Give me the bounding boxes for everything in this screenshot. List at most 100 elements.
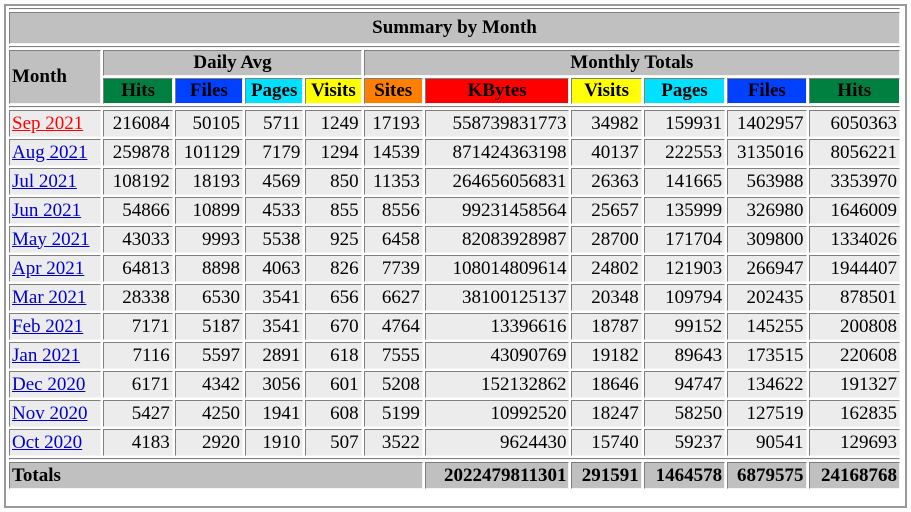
month-cell: Jul 2021 <box>9 168 102 195</box>
month-link[interactable]: Jun 2021 <box>12 200 81 221</box>
value-cell-hits: 200808 <box>808 313 900 340</box>
summary-frame: Summary by Month Month Daily Avg Monthly… <box>4 4 907 508</box>
month-link[interactable]: May 2021 <box>12 229 90 250</box>
value-cell-files: 202435 <box>727 284 807 311</box>
totals-label: Totals <box>9 462 423 489</box>
value-cell-d-files: 2920 <box>174 429 244 456</box>
value-cell-visits: 15740 <box>571 429 642 456</box>
value-cell-d-hits: 7116 <box>103 342 173 369</box>
total-kbytes: 2022479811301 <box>424 462 570 489</box>
value-cell-sites: 4764 <box>363 313 423 340</box>
value-cell-d-pages: 2891 <box>245 342 304 369</box>
table-row: Apr 2021 64813 8898 4063 826 7739 108014809614… <box>9 255 900 282</box>
value-cell-files: 90541 <box>727 429 807 456</box>
separator-row <box>9 106 900 108</box>
month-link[interactable]: Mar 2021 <box>12 287 86 308</box>
value-cell-d-visits: 670 <box>305 313 362 340</box>
value-cell-d-visits: 1294 <box>305 139 362 166</box>
table-row: May 2021 43033 9993 5538 925 6458 82083928987 2… <box>9 226 900 253</box>
value-cell-pages: 59237 <box>643 429 726 456</box>
summary-by-month-table: Summary by Month Month Daily Avg Monthly… <box>7 6 902 491</box>
monthly-files-header: Files <box>727 78 807 104</box>
monthly-sites-header: Sites <box>363 78 423 104</box>
value-cell-kbytes: 82083928987 <box>424 226 570 253</box>
value-cell-visits: 34982 <box>571 110 642 137</box>
value-cell-d-visits: 618 <box>305 342 362 369</box>
month-link[interactable]: Jul 2021 <box>12 171 77 192</box>
month-link[interactable]: Sep 2021 <box>12 113 83 134</box>
value-cell-d-hits: 6171 <box>103 371 173 398</box>
value-cell-files: 3135016 <box>727 139 807 166</box>
monthly-pages-header: Pages <box>643 78 726 104</box>
value-cell-visits: 20348 <box>571 284 642 311</box>
value-cell-d-visits: 850 <box>305 168 362 195</box>
value-cell-files: 326980 <box>727 197 807 224</box>
totals-row: Totals 2022479811301 291591 1464578 6879575 2… <box>9 462 900 489</box>
value-cell-kbytes: 9624430 <box>424 429 570 456</box>
value-cell-hits: 1334026 <box>808 226 900 253</box>
value-cell-d-pages: 3541 <box>245 284 304 311</box>
month-link[interactable]: Feb 2021 <box>12 316 83 337</box>
value-cell-sites: 5208 <box>363 371 423 398</box>
value-cell-pages: 99152 <box>643 313 726 340</box>
value-cell-d-files: 5597 <box>174 342 244 369</box>
value-cell-sites: 14539 <box>363 139 423 166</box>
month-link[interactable]: Dec 2020 <box>12 374 85 395</box>
value-cell-d-files: 4342 <box>174 371 244 398</box>
separator-row <box>9 8 900 10</box>
table-row: Nov 2020 5427 4250 1941 608 5199 10992520 18247… <box>9 400 900 427</box>
month-cell: Jan 2021 <box>9 342 102 369</box>
month-cell: Oct 2020 <box>9 429 102 456</box>
month-cell: Sep 2021 <box>9 110 102 137</box>
value-cell-visits: 26363 <box>571 168 642 195</box>
value-cell-d-pages: 4063 <box>245 255 304 282</box>
value-cell-d-files: 10899 <box>174 197 244 224</box>
value-cell-d-visits: 507 <box>305 429 362 456</box>
value-cell-d-hits: 259878 <box>103 139 173 166</box>
value-cell-d-hits: 5427 <box>103 400 173 427</box>
value-cell-hits: 191327 <box>808 371 900 398</box>
value-cell-d-hits: 64813 <box>103 255 173 282</box>
month-cell: Jun 2021 <box>9 197 102 224</box>
month-link[interactable]: Jan 2021 <box>12 345 80 366</box>
value-cell-hits: 878501 <box>808 284 900 311</box>
daily-avg-header: Daily Avg <box>103 50 362 76</box>
month-link[interactable]: Aug 2021 <box>12 142 87 163</box>
value-cell-files: 134622 <box>727 371 807 398</box>
value-cell-pages: 222553 <box>643 139 726 166</box>
value-cell-d-files: 9993 <box>174 226 244 253</box>
value-cell-d-pages: 1941 <box>245 400 304 427</box>
group-header-row: Month Daily Avg Monthly Totals <box>9 50 900 104</box>
value-cell-d-hits: 7171 <box>103 313 173 340</box>
month-cell: Mar 2021 <box>9 284 102 311</box>
value-cell-visits: 18646 <box>571 371 642 398</box>
value-cell-visits: 18787 <box>571 313 642 340</box>
table-row: Oct 2020 4183 2920 1910 507 3522 9624430 15740 5… <box>9 429 900 456</box>
value-cell-pages: 159931 <box>643 110 726 137</box>
value-cell-pages: 109794 <box>643 284 726 311</box>
value-cell-d-visits: 656 <box>305 284 362 311</box>
total-files: 6879575 <box>727 462 807 489</box>
month-link[interactable]: Oct 2020 <box>12 432 82 453</box>
value-cell-d-pages: 3541 <box>245 313 304 340</box>
value-cell-kbytes: 152132862 <box>424 371 570 398</box>
value-cell-kbytes: 264656056831 <box>424 168 570 195</box>
value-cell-pages: 171704 <box>643 226 726 253</box>
monthly-hits-header: Hits <box>808 78 900 104</box>
monthly-visits-header: Visits <box>571 78 642 104</box>
total-hits: 24168768 <box>808 462 900 489</box>
total-pages: 1464578 <box>643 462 726 489</box>
month-link[interactable]: Nov 2020 <box>12 403 87 424</box>
value-cell-files: 173515 <box>727 342 807 369</box>
value-cell-d-visits: 1249 <box>305 110 362 137</box>
month-link[interactable]: Apr 2021 <box>12 258 84 279</box>
value-cell-hits: 6050363 <box>808 110 900 137</box>
table-row: Jun 2021 54866 10899 4533 855 8556 99231458564… <box>9 197 900 224</box>
value-cell-d-hits: 43033 <box>103 226 173 253</box>
value-cell-d-files: 101129 <box>174 139 244 166</box>
value-cell-kbytes: 38100125137 <box>424 284 570 311</box>
value-cell-d-hits: 54866 <box>103 197 173 224</box>
value-cell-visits: 28700 <box>571 226 642 253</box>
value-cell-d-files: 8898 <box>174 255 244 282</box>
value-cell-pages: 94747 <box>643 371 726 398</box>
